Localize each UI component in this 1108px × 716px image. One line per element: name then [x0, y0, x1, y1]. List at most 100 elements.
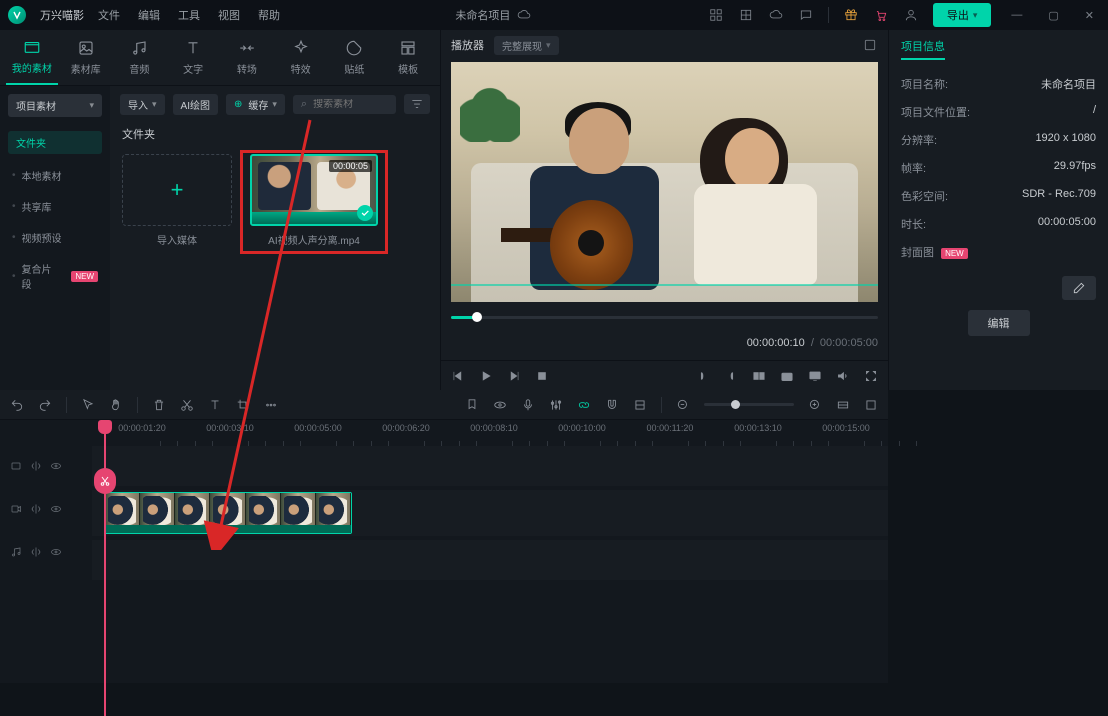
mixer-icon[interactable] — [549, 398, 563, 412]
menu-help[interactable]: 帮助 — [258, 7, 280, 23]
tab-audio[interactable]: 音频 — [114, 30, 166, 85]
prop-row: 色彩空间:SDR - Rec.709 — [901, 182, 1096, 210]
playhead[interactable] — [104, 420, 106, 716]
tab-media-lib[interactable]: 素材库 — [60, 30, 112, 85]
text-tool-icon[interactable] — [208, 398, 222, 412]
undo-icon[interactable] — [10, 398, 24, 412]
search-input[interactable] — [313, 99, 388, 110]
marker-icon[interactable] — [465, 398, 479, 412]
zoom-in-icon[interactable] — [808, 398, 822, 412]
track-header-overlay[interactable] — [0, 446, 92, 486]
play-icon[interactable] — [479, 369, 493, 383]
fit-icon[interactable] — [836, 398, 850, 412]
preview-viewport[interactable] — [451, 62, 878, 302]
import-dropdown[interactable]: 导入▾ — [120, 94, 165, 115]
delete-icon[interactable] — [152, 398, 166, 412]
snap-icon[interactable] — [633, 398, 647, 412]
import-media-box[interactable]: + — [122, 154, 232, 226]
compare-icon[interactable] — [752, 369, 766, 383]
crop-icon[interactable] — [236, 398, 250, 412]
more-icon[interactable] — [264, 398, 278, 412]
cover-edit-button[interactable] — [1062, 276, 1096, 300]
tab-stickers[interactable]: 贴纸 — [329, 30, 381, 85]
sidebar-item-shared[interactable]: •共享库 — [0, 191, 110, 222]
track-header-audio[interactable] — [0, 532, 92, 572]
fullscreen-icon[interactable] — [864, 369, 878, 383]
sidebar-select[interactable]: 项目素材▾ — [8, 94, 102, 117]
playhead-cut-button[interactable] — [94, 468, 116, 494]
mic-icon[interactable] — [521, 398, 535, 412]
menu-tools[interactable]: 工具 — [178, 7, 200, 23]
mark-out-icon[interactable] — [724, 369, 738, 383]
tab-my-media[interactable]: 我的素材 — [6, 30, 58, 85]
sidebar-folder[interactable]: 文件夹 — [8, 131, 102, 154]
preview-mode-dropdown[interactable]: 完整展现▾ — [494, 36, 559, 55]
cut-icon[interactable] — [180, 398, 194, 412]
title-bar: 万兴喵影 文件 编辑 工具 视图 帮助 未命名项目 导出▾ — ▢ ✕ — [0, 0, 1108, 30]
next-frame-icon[interactable] — [507, 369, 521, 383]
display-icon[interactable] — [808, 369, 822, 383]
grid-icon[interactable] — [738, 7, 754, 23]
eye-icon[interactable] — [493, 398, 507, 412]
playhead-cap[interactable] — [98, 420, 112, 434]
project-name-text: 未命名项目 — [455, 7, 510, 23]
maximize-button[interactable]: ▢ — [1042, 9, 1064, 22]
cloud-sync-icon[interactable] — [516, 7, 532, 23]
filter-button[interactable] — [404, 94, 430, 114]
tab-templates[interactable]: 模板 — [382, 30, 434, 85]
close-button[interactable]: ✕ — [1079, 9, 1100, 22]
cart-icon[interactable] — [873, 7, 889, 23]
scrub-knob[interactable] — [472, 312, 482, 322]
stop-icon[interactable] — [535, 369, 549, 383]
snapshot-icon[interactable] — [780, 369, 794, 383]
sidebar-item-local[interactable]: •本地素材 — [0, 160, 110, 191]
scrub-bar[interactable] — [451, 308, 878, 326]
sidebar-item-compound[interactable]: •复合片段NEW — [0, 253, 110, 299]
zoom-knob[interactable] — [731, 400, 740, 409]
ai-paint-button[interactable]: AI绘图 — [173, 94, 218, 115]
video-track[interactable] — [92, 490, 888, 536]
magnet-icon[interactable] — [605, 398, 619, 412]
menu-view[interactable]: 视图 — [218, 7, 240, 23]
audio-track[interactable] — [92, 540, 888, 580]
preview-panel: 播放器 完整展现▾ 00:00:00:10/00:00:05:00 — [440, 30, 888, 390]
menu-edit[interactable]: 编辑 — [138, 7, 160, 23]
menu-file[interactable]: 文件 — [98, 7, 120, 23]
preview-tab[interactable]: 播放器 — [451, 37, 484, 53]
link-icon[interactable] — [577, 398, 591, 412]
track-header-video[interactable] — [0, 486, 92, 532]
tab-effects[interactable]: 特效 — [275, 30, 327, 85]
timeline-ruler[interactable]: 00:00:01:2000:00:03:1000:00:05:0000:00:0… — [0, 420, 888, 446]
preview-settings-icon[interactable] — [862, 37, 878, 53]
tab-text[interactable]: 文字 — [167, 30, 219, 85]
import-label: 导入 — [128, 97, 148, 112]
zoom-slider[interactable] — [704, 403, 794, 406]
layout-icon[interactable] — [708, 7, 724, 23]
pointer-icon[interactable] — [81, 398, 95, 412]
redo-icon[interactable] — [38, 398, 52, 412]
export-button[interactable]: 导出▾ — [933, 3, 992, 27]
minimize-button[interactable]: — — [1005, 9, 1028, 21]
tab-transition[interactable]: 转场 — [221, 30, 273, 85]
mark-in-icon[interactable] — [696, 369, 710, 383]
media-main: 导入▾ AI绘图 ⊕缓存▾ ⌕ 文件夹 + 导入媒体 — [110, 86, 440, 390]
volume-icon[interactable] — [836, 369, 850, 383]
hand-icon[interactable] — [109, 398, 123, 412]
timeline-settings-icon[interactable] — [864, 398, 878, 412]
prev-frame-icon[interactable] — [451, 369, 465, 383]
edit-button[interactable]: 编辑 — [968, 310, 1030, 336]
cloud-icon[interactable] — [768, 7, 784, 23]
props-title: 项目信息 — [901, 38, 945, 60]
message-icon[interactable] — [798, 7, 814, 23]
gift-icon[interactable] — [843, 7, 859, 23]
user-icon[interactable] — [903, 7, 919, 23]
timeline-panel: 00:00:01:2000:00:03:1000:00:05:0000:00:0… — [0, 390, 888, 683]
timeline-clip[interactable] — [104, 492, 352, 534]
sidebar-item-preset[interactable]: •视频预设 — [0, 222, 110, 253]
timeline-tracks[interactable] — [92, 446, 888, 683]
overlay-track[interactable] — [92, 446, 888, 486]
search-box[interactable]: ⌕ — [293, 95, 396, 114]
download-dropdown[interactable]: ⊕缓存▾ — [226, 94, 285, 115]
clip-thumbnail[interactable]: 00:00:05 — [250, 154, 378, 226]
zoom-out-icon[interactable] — [676, 398, 690, 412]
